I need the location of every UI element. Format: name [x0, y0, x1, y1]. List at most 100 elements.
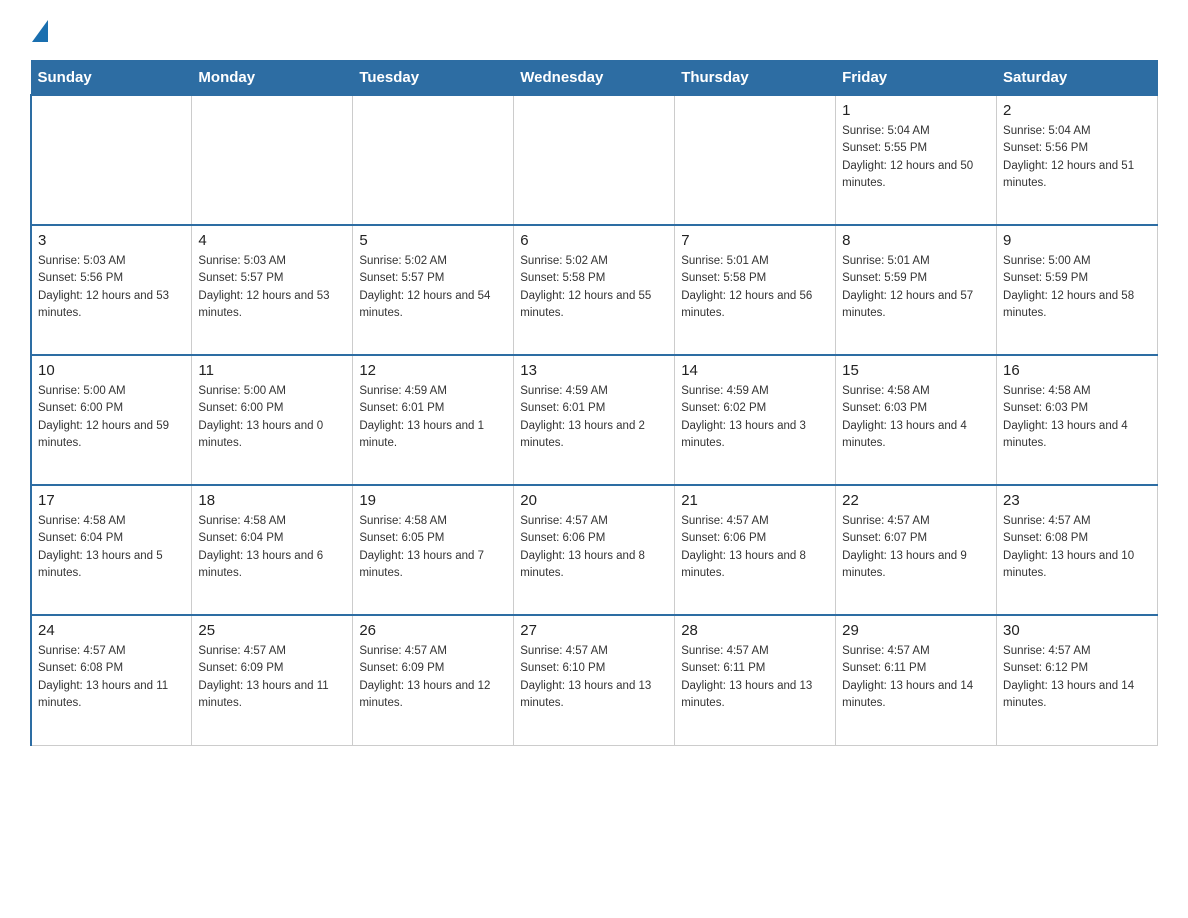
day-number: 18: [198, 492, 346, 509]
day-info: Sunrise: 5:01 AMSunset: 5:58 PMDaylight:…: [681, 253, 829, 322]
col-header-sunday: Sunday: [31, 61, 192, 96]
day-number: 5: [359, 232, 507, 249]
day-info: Sunrise: 5:03 AMSunset: 5:56 PMDaylight:…: [38, 253, 185, 322]
calendar-cell: 10 Sunrise: 5:00 AMSunset: 6:00 PMDayligh…: [31, 355, 192, 485]
day-info: Sunrise: 5:00 AMSunset: 5:59 PMDaylight:…: [1003, 253, 1151, 322]
day-info: Sunrise: 4:58 AMSunset: 6:04 PMDaylight:…: [198, 513, 346, 582]
calendar-cell: [514, 95, 675, 225]
day-number: 21: [681, 492, 829, 509]
day-info: Sunrise: 4:59 AMSunset: 6:01 PMDaylight:…: [359, 383, 507, 452]
calendar-cell: 14 Sunrise: 4:59 AMSunset: 6:02 PMDayligh…: [675, 355, 836, 485]
day-info: Sunrise: 4:57 AMSunset: 6:11 PMDaylight:…: [681, 643, 829, 712]
week-row-3: 10 Sunrise: 5:00 AMSunset: 6:00 PMDayligh…: [31, 355, 1158, 485]
week-row-2: 3 Sunrise: 5:03 AMSunset: 5:56 PMDaylight…: [31, 225, 1158, 355]
calendar-cell: 29 Sunrise: 4:57 AMSunset: 6:11 PMDayligh…: [836, 615, 997, 745]
page-header: [30, 20, 1158, 40]
day-info: Sunrise: 5:02 AMSunset: 5:57 PMDaylight:…: [359, 253, 507, 322]
calendar-table: SundayMondayTuesdayWednesdayThursdayFrid…: [30, 60, 1158, 746]
day-number: 1: [842, 102, 990, 119]
day-number: 6: [520, 232, 668, 249]
calendar-cell: 13 Sunrise: 4:59 AMSunset: 6:01 PMDayligh…: [514, 355, 675, 485]
calendar-cell: 6 Sunrise: 5:02 AMSunset: 5:58 PMDaylight…: [514, 225, 675, 355]
calendar-cell: 21 Sunrise: 4:57 AMSunset: 6:06 PMDayligh…: [675, 485, 836, 615]
day-info: Sunrise: 4:58 AMSunset: 6:03 PMDaylight:…: [1003, 383, 1151, 452]
col-header-tuesday: Tuesday: [353, 61, 514, 96]
calendar-cell: 22 Sunrise: 4:57 AMSunset: 6:07 PMDayligh…: [836, 485, 997, 615]
day-info: Sunrise: 4:58 AMSunset: 6:05 PMDaylight:…: [359, 513, 507, 582]
day-number: 9: [1003, 232, 1151, 249]
calendar-cell: 26Sunrise: 4:57 AMSunset: 6:09 PMDayligh…: [353, 615, 514, 745]
calendar-cell: 7 Sunrise: 5:01 AMSunset: 5:58 PMDaylight…: [675, 225, 836, 355]
calendar-cell: 18 Sunrise: 4:58 AMSunset: 6:04 PMDayligh…: [192, 485, 353, 615]
calendar-cell: 2 Sunrise: 5:04 AMSunset: 5:56 PMDaylight…: [997, 95, 1158, 225]
day-number: 24: [38, 622, 185, 639]
day-number: 16: [1003, 362, 1151, 379]
day-info: Sunrise: 5:01 AMSunset: 5:59 PMDaylight:…: [842, 253, 990, 322]
day-info: Sunrise: 4:57 AMSunset: 6:08 PMDaylight:…: [1003, 513, 1151, 582]
day-info: Sunrise: 5:03 AMSunset: 5:57 PMDaylight:…: [198, 253, 346, 322]
calendar-cell: 1 Sunrise: 5:04 AMSunset: 5:55 PMDaylight…: [836, 95, 997, 225]
calendar-cell: [31, 95, 192, 225]
day-number: 7: [681, 232, 829, 249]
calendar-cell: 23Sunrise: 4:57 AMSunset: 6:08 PMDayligh…: [997, 485, 1158, 615]
day-number: 8: [842, 232, 990, 249]
day-info: Sunrise: 4:58 AMSunset: 6:03 PMDaylight:…: [842, 383, 990, 452]
week-row-1: 1 Sunrise: 5:04 AMSunset: 5:55 PMDaylight…: [31, 95, 1158, 225]
day-number: 3: [38, 232, 185, 249]
calendar-cell: 12 Sunrise: 4:59 AMSunset: 6:01 PMDayligh…: [353, 355, 514, 485]
calendar-cell: [353, 95, 514, 225]
logo: [30, 20, 48, 40]
day-number: 4: [198, 232, 346, 249]
calendar-cell: 19 Sunrise: 4:58 AMSunset: 6:05 PMDayligh…: [353, 485, 514, 615]
day-info: Sunrise: 4:57 AMSunset: 6:06 PMDaylight:…: [681, 513, 829, 582]
col-header-monday: Monday: [192, 61, 353, 96]
day-number: 25: [198, 622, 346, 639]
day-number: 17: [38, 492, 185, 509]
calendar-cell: 15Sunrise: 4:58 AMSunset: 6:03 PMDayligh…: [836, 355, 997, 485]
calendar-cell: 20 Sunrise: 4:57 AMSunset: 6:06 PMDayligh…: [514, 485, 675, 615]
day-info: Sunrise: 5:02 AMSunset: 5:58 PMDaylight:…: [520, 253, 668, 322]
day-info: Sunrise: 4:57 AMSunset: 6:07 PMDaylight:…: [842, 513, 990, 582]
day-number: 19: [359, 492, 507, 509]
day-number: 12: [359, 362, 507, 379]
day-number: 10: [38, 362, 185, 379]
calendar-cell: 11 Sunrise: 5:00 AMSunset: 6:00 PMDayligh…: [192, 355, 353, 485]
day-number: 20: [520, 492, 668, 509]
week-row-5: 24 Sunrise: 4:57 AMSunset: 6:08 PMDayligh…: [31, 615, 1158, 745]
day-info: Sunrise: 5:04 AMSunset: 5:55 PMDaylight:…: [842, 123, 990, 192]
day-number: 14: [681, 362, 829, 379]
day-number: 29: [842, 622, 990, 639]
day-info: Sunrise: 4:57 AMSunset: 6:10 PMDaylight:…: [520, 643, 668, 712]
day-number: 13: [520, 362, 668, 379]
day-number: 27: [520, 622, 668, 639]
calendar-cell: 24 Sunrise: 4:57 AMSunset: 6:08 PMDayligh…: [31, 615, 192, 745]
day-info: Sunrise: 4:57 AMSunset: 6:09 PMDaylight:…: [198, 643, 346, 712]
day-info: Sunrise: 5:00 AMSunset: 6:00 PMDaylight:…: [198, 383, 346, 452]
day-number: 22: [842, 492, 990, 509]
calendar-cell: 25 Sunrise: 4:57 AMSunset: 6:09 PMDayligh…: [192, 615, 353, 745]
day-info: Sunrise: 4:57 AMSunset: 6:06 PMDaylight:…: [520, 513, 668, 582]
calendar-cell: 27 Sunrise: 4:57 AMSunset: 6:10 PMDayligh…: [514, 615, 675, 745]
day-info: Sunrise: 5:04 AMSunset: 5:56 PMDaylight:…: [1003, 123, 1151, 192]
calendar-header-row: SundayMondayTuesdayWednesdayThursdayFrid…: [31, 61, 1158, 96]
day-number: 2: [1003, 102, 1151, 119]
calendar-cell: 28 Sunrise: 4:57 AMSunset: 6:11 PMDayligh…: [675, 615, 836, 745]
day-number: 28: [681, 622, 829, 639]
col-header-thursday: Thursday: [675, 61, 836, 96]
calendar-cell: 3 Sunrise: 5:03 AMSunset: 5:56 PMDaylight…: [31, 225, 192, 355]
calendar-cell: [192, 95, 353, 225]
day-number: 30: [1003, 622, 1151, 639]
day-number: 11: [198, 362, 346, 379]
day-info: Sunrise: 4:57 AMSunset: 6:08 PMDaylight:…: [38, 643, 185, 712]
day-number: 26: [359, 622, 507, 639]
day-info: Sunrise: 5:00 AMSunset: 6:00 PMDaylight:…: [38, 383, 185, 452]
day-info: Sunrise: 4:59 AMSunset: 6:02 PMDaylight:…: [681, 383, 829, 452]
calendar-cell: 17Sunrise: 4:58 AMSunset: 6:04 PMDayligh…: [31, 485, 192, 615]
calendar-cell: 8 Sunrise: 5:01 AMSunset: 5:59 PMDaylight…: [836, 225, 997, 355]
calendar-cell: 9 Sunrise: 5:00 AMSunset: 5:59 PMDaylight…: [997, 225, 1158, 355]
day-info: Sunrise: 4:57 AMSunset: 6:11 PMDaylight:…: [842, 643, 990, 712]
day-info: Sunrise: 4:59 AMSunset: 6:01 PMDaylight:…: [520, 383, 668, 452]
calendar-cell: 4 Sunrise: 5:03 AMSunset: 5:57 PMDaylight…: [192, 225, 353, 355]
col-header-friday: Friday: [836, 61, 997, 96]
calendar-cell: 16 Sunrise: 4:58 AMSunset: 6:03 PMDayligh…: [997, 355, 1158, 485]
